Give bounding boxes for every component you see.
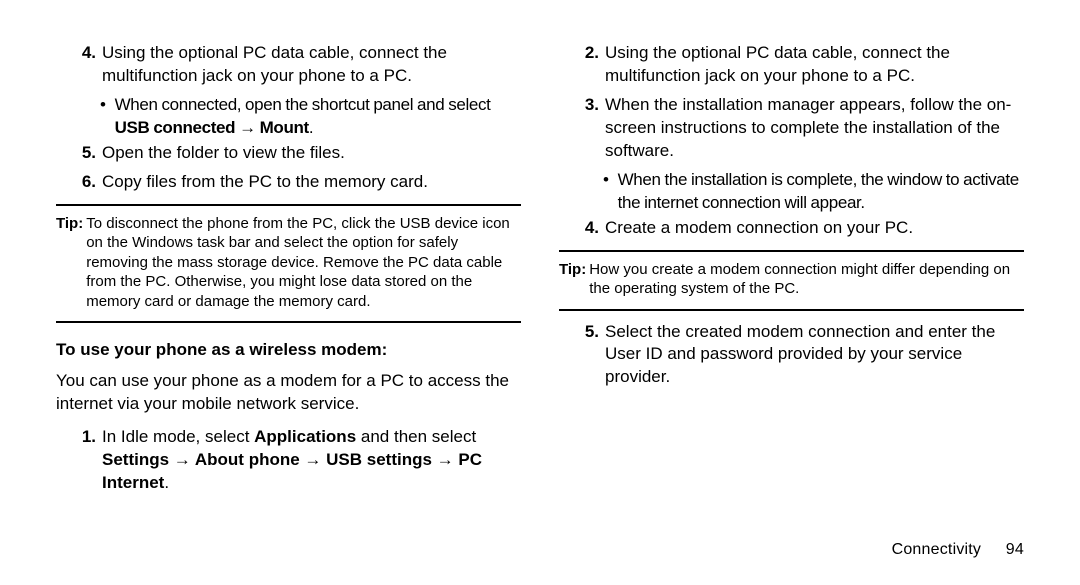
tip-box: Tip: How you create a modem connection m… [559, 260, 1024, 299]
list-item: 5. Select the created modem connection a… [559, 321, 1024, 390]
page: 4. Using the optional PC data cable, con… [0, 0, 1080, 585]
list-item: 4. Using the optional PC data cable, con… [56, 42, 521, 88]
bullet-item: • When connected, open the shortcut pane… [56, 94, 521, 140]
list-number: 4. [559, 217, 599, 240]
section-heading: To use your phone as a wireless modem: [56, 339, 521, 362]
list-item: 4. Create a modem connection on your PC. [559, 217, 1024, 240]
divider [559, 309, 1024, 311]
list-number: 2. [559, 42, 599, 88]
tip-label: Tip: [56, 214, 83, 312]
text: When connected, open the shortcut panel … [115, 95, 491, 114]
list-text: Create a modem connection on your PC. [605, 217, 1024, 240]
strong: Applications [254, 427, 356, 446]
list-number: 5. [56, 142, 96, 165]
divider [559, 250, 1024, 252]
arrow: → [235, 118, 259, 137]
list-text: Copy files from the PC to the memory car… [102, 171, 521, 194]
tip-box: Tip: To disconnect the phone from the PC… [56, 214, 521, 312]
list-number: 3. [559, 94, 599, 163]
list-text: In Idle mode, select Applications and th… [102, 426, 521, 495]
list-number: 4. [56, 42, 96, 88]
list-item: 6. Copy files from the PC to the memory … [56, 171, 521, 194]
tip-body: To disconnect the phone from the PC, cli… [86, 214, 521, 312]
page-number: 94 [1006, 541, 1024, 558]
text: and then select [356, 427, 476, 446]
list-text: Select the created modem connection and … [605, 321, 1024, 390]
list-text: Open the folder to view the files. [102, 142, 521, 165]
strong: Settings → About phone → USB settings → … [102, 450, 482, 492]
bullet-icon: • [100, 94, 106, 140]
footer-section: Connectivity [892, 541, 982, 558]
divider [56, 204, 521, 206]
tip-label: Tip: [559, 260, 586, 299]
bullet-icon: • [603, 169, 609, 215]
text: In Idle mode, select [102, 427, 254, 446]
list-text: Using the optional PC data cable, connec… [605, 42, 1024, 88]
list-text: When the installation manager appears, f… [605, 94, 1024, 163]
right-column: 2. Using the optional PC data cable, con… [559, 40, 1024, 555]
left-column: 4. Using the optional PC data cable, con… [56, 40, 521, 555]
list-item: 1. In Idle mode, select Applications and… [56, 426, 521, 495]
list-number: 1. [56, 426, 96, 495]
text: . [309, 118, 313, 137]
strong: Mount [260, 118, 309, 137]
list-item: 2. Using the optional PC data cable, con… [559, 42, 1024, 88]
list-item: 3. When the installation manager appears… [559, 94, 1024, 163]
text: . [164, 473, 169, 492]
bullet-text: When connected, open the shortcut panel … [115, 94, 521, 140]
strong: USB connected [115, 118, 236, 137]
footer: Connectivity 94 [892, 539, 1024, 561]
list-text: Using the optional PC data cable, connec… [102, 42, 521, 88]
paragraph: You can use your phone as a modem for a … [56, 370, 521, 416]
divider [56, 321, 521, 323]
list-number: 6. [56, 171, 96, 194]
bullet-item: • When the installation is complete, the… [559, 169, 1024, 215]
bullet-text: When the installation is complete, the w… [618, 169, 1024, 215]
list-number: 5. [559, 321, 599, 390]
tip-body: How you create a modem connection might … [589, 260, 1024, 299]
list-item: 5. Open the folder to view the files. [56, 142, 521, 165]
